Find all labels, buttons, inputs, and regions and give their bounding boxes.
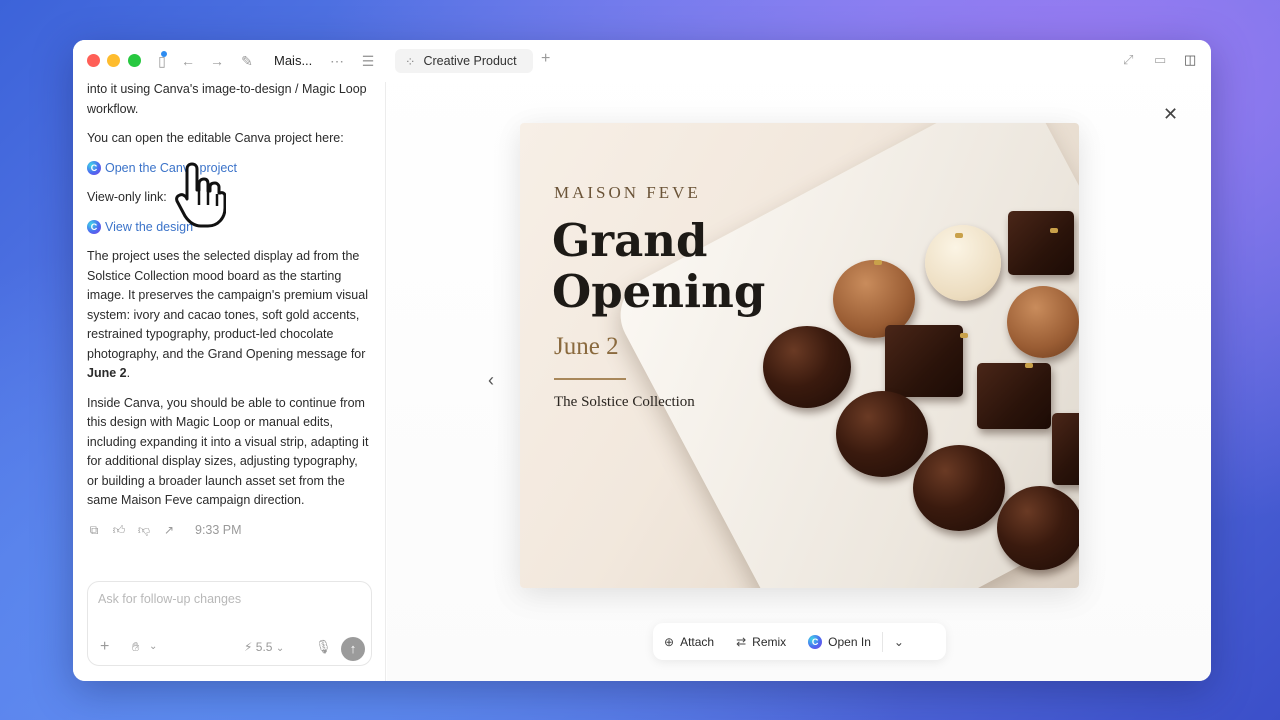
canva-logo-icon: C (87, 161, 101, 176)
hand-tool-icon[interactable]: ✋︎ (132, 638, 139, 656)
microphone-icon[interactable]: 🎙︎ (315, 638, 332, 656)
chocolate-dome (913, 445, 1005, 531)
open-project-link-row: C Open the Canva project (87, 159, 372, 179)
desc-text-end: . (126, 366, 131, 380)
send-button[interactable]: ↑ (341, 637, 365, 661)
attach-plus-icon: ⊕ (664, 634, 675, 649)
attach-label: Attach (680, 634, 715, 649)
composer: + ✋︎ ⌄ ⚡︎ 5.5 ⌄ 🎙︎ ↑ (87, 581, 372, 666)
chocolate-milk (1007, 286, 1079, 358)
new-tab-button[interactable]: + (541, 50, 550, 68)
gold-garnish (874, 260, 882, 265)
follow-up-input[interactable] (98, 592, 358, 606)
view-only-label: View-only link: (87, 190, 167, 204)
minimize-window-button[interactable] (107, 54, 120, 67)
back-arrow-icon[interactable]: ← (179, 52, 197, 70)
panel-bottom-icon[interactable]: ▭ (1154, 52, 1166, 68)
chat-transcript: into it using Canva's image-to-design / … (87, 80, 372, 540)
canva-instructions: Inside Canva, you should be able to cont… (87, 395, 369, 508)
attach-button[interactable]: ⊕ Attach (653, 623, 725, 660)
tab-label: Creative Product (423, 54, 517, 68)
maximize-window-button[interactable] (128, 54, 141, 67)
chevron-down-icon[interactable]: ⌄ (149, 638, 157, 656)
preview-action-bar: ⊕ Attach ⇄ Remix C Open In ⌄ (653, 623, 946, 660)
titlebar: ▯ ← → ✎ Mais... ⋯ ☰ (73, 40, 386, 82)
gold-garnish (1025, 363, 1033, 368)
chocolate-square (977, 363, 1051, 429)
remix-icon: ⇄ (736, 634, 747, 649)
expand-icon[interactable]: ⤢ (1123, 52, 1133, 68)
panel-right-icon[interactable]: ◫ (1184, 52, 1196, 68)
chocolate-square (885, 325, 963, 397)
copy-icon[interactable]: ⧉ (87, 521, 101, 541)
chevron-down-icon: ⌄ (893, 634, 904, 649)
list-view-icon[interactable]: ☰ (359, 52, 377, 70)
message-timestamp: 9:33 PM (195, 522, 242, 537)
intro-text: into it using Canva's image-to-design / … (87, 82, 367, 116)
remix-label: Remix (752, 634, 787, 649)
design-preview-image: MAISON FEVE Grand Opening June 2 The Sol… (520, 123, 1079, 588)
close-icon[interactable]: ✕ (1163, 104, 1178, 125)
desc-date-bold: June 2 (87, 366, 127, 380)
gold-garnish (955, 233, 963, 238)
share-icon[interactable]: ↗ (162, 521, 176, 541)
poster-collection: The Solstice Collection (554, 394, 695, 410)
conversation-title[interactable]: Mais... (274, 52, 312, 70)
open-in-dropdown[interactable]: ⌄ (883, 623, 915, 660)
chocolate-dome (997, 486, 1079, 570)
open-prompt-text: You can open the editable Canva project … (87, 131, 344, 145)
chocolate-square (1008, 211, 1074, 275)
canva-logo-icon: C (808, 634, 823, 649)
app-window: ▯ ← → ✎ Mais... ⋯ ☰ into it using Canva'… (73, 40, 1211, 681)
open-in-button[interactable]: C Open In (797, 623, 882, 660)
chocolate-white (925, 225, 1001, 301)
lightning-icon: ⚡︎ (244, 640, 253, 654)
close-window-button[interactable] (87, 54, 100, 67)
chat-panel: ▯ ← → ✎ Mais... ⋯ ☰ into it using Canva'… (73, 40, 386, 681)
poster-date: June 2 (554, 333, 619, 360)
chevron-down-icon: ⌄ (275, 643, 285, 654)
open-in-label: Open In (828, 634, 871, 649)
add-icon[interactable]: + (100, 638, 109, 656)
chocolate-square (1052, 413, 1079, 485)
chocolate-dome (763, 326, 851, 408)
remix-button[interactable]: ⇄ Remix (725, 623, 797, 660)
tab-creative-product[interactable]: ⁘ Creative Product (395, 49, 533, 73)
notification-dot (161, 51, 167, 57)
desc-text: The project uses the selected display ad… (87, 249, 368, 361)
poster-headline: Grand Opening (552, 214, 766, 318)
forward-arrow-icon[interactable]: → (208, 52, 226, 70)
chocolate-dome (836, 391, 928, 477)
view-design-link-row: C View the design (87, 218, 372, 238)
project-description: The project uses the selected display ad… (87, 247, 372, 384)
compose-icon[interactable]: ✎ (238, 52, 256, 70)
model-version: 5.5 (255, 640, 273, 654)
gold-garnish (960, 333, 968, 338)
model-selector[interactable]: ⚡︎ 5.5 ⌄ (244, 638, 284, 658)
message-actions: ⧉ 👍︎ 👎︎ ↗ 9:33 PM (87, 521, 372, 541)
thumbs-down-icon[interactable]: 👎︎ (137, 521, 151, 541)
thumbs-up-icon[interactable]: 👍︎ (112, 521, 126, 541)
poster-divider (554, 378, 626, 380)
grid-icon: ⁘ (405, 54, 416, 69)
canva-logo-icon: C (87, 220, 101, 235)
preview-panel: ⁘ Creative Product + ⤢ ▭ ◫ ✕ ‹ › (387, 40, 1211, 681)
previous-arrow-icon[interactable]: ‹ (488, 370, 494, 391)
hand-cursor-icon (175, 162, 226, 228)
gold-garnish (1050, 228, 1058, 233)
poster-brand: MAISON FEVE (554, 183, 701, 202)
more-options-icon[interactable]: ⋯ (328, 52, 346, 70)
